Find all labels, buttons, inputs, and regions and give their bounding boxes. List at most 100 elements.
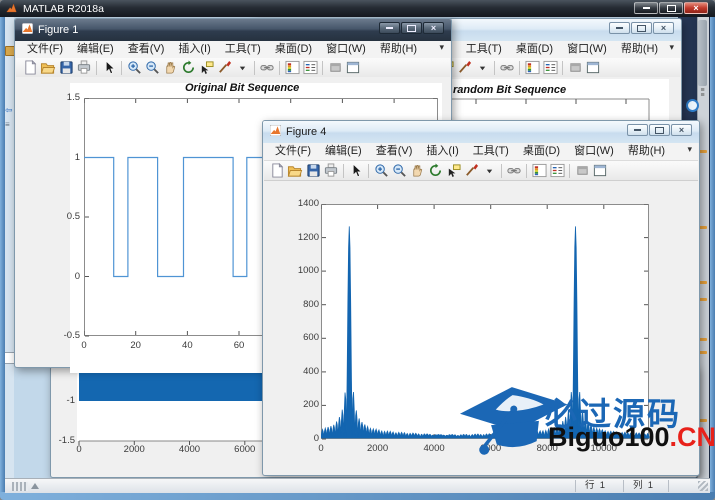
rotate-icon[interactable]: [426, 163, 444, 179]
minifig-icon[interactable]: [566, 60, 584, 76]
close-button[interactable]: ×: [653, 22, 674, 34]
menu-item[interactable]: 插入(I): [171, 41, 217, 58]
menu-item[interactable]: 窗口(W): [560, 41, 614, 58]
statusbar-col-indicator: 列 1: [633, 480, 653, 492]
zoom-in-icon[interactable]: [372, 163, 390, 179]
menu-item[interactable]: 帮助(H): [373, 41, 424, 58]
maximize-button[interactable]: [401, 22, 422, 34]
legend-icon[interactable]: [301, 60, 319, 76]
menu-item[interactable]: 查看(V): [121, 41, 172, 58]
list-icon[interactable]: ≡: [5, 120, 14, 129]
figure4-toolbar: [264, 161, 698, 181]
figure1-titlebar[interactable]: Figure 1 ×: [15, 19, 451, 41]
colorbar-icon[interactable]: [523, 60, 541, 76]
close-button[interactable]: ×: [671, 124, 692, 136]
save-icon[interactable]: [57, 60, 75, 76]
scrollbar-thumb[interactable]: [698, 20, 707, 86]
zoom-out-icon[interactable]: [143, 60, 161, 76]
minimize-button[interactable]: [627, 124, 648, 136]
hand-icon[interactable]: [408, 163, 426, 179]
zoom-out-icon[interactable]: [390, 163, 408, 179]
maximize-button[interactable]: [659, 2, 683, 14]
matlab-logo-icon: [6, 3, 17, 14]
menu-item[interactable]: 工具(T): [459, 41, 509, 58]
new-icon[interactable]: [21, 60, 39, 76]
open-icon[interactable]: [286, 163, 304, 179]
dock-icon[interactable]: [344, 60, 362, 76]
menu-overflow-icon[interactable]: ▾: [669, 42, 674, 53]
arrow-icon[interactable]: [347, 163, 365, 179]
dock-icon[interactable]: [584, 60, 602, 76]
minifig-icon[interactable]: [326, 60, 344, 76]
menu-item[interactable]: 帮助(H): [621, 143, 672, 160]
menu-item[interactable]: 编辑(E): [70, 41, 121, 58]
colorbar-icon[interactable]: [530, 163, 548, 179]
brush-icon[interactable]: [455, 60, 473, 76]
link-icon[interactable]: [505, 163, 523, 179]
code-analyzer-mark[interactable]: [699, 338, 707, 341]
code-analyzer-mark[interactable]: [699, 150, 707, 153]
menu-item[interactable]: 文件(F): [268, 143, 318, 160]
close-button[interactable]: ×: [423, 22, 444, 34]
caret-icon[interactable]: [473, 60, 491, 76]
brush-icon[interactable]: [462, 163, 480, 179]
indicator-circle-icon[interactable]: [686, 99, 699, 112]
minimize-button[interactable]: [379, 22, 400, 34]
print-icon[interactable]: [322, 163, 340, 179]
menu-item[interactable]: 工具(T): [466, 143, 516, 160]
restore-button[interactable]: [649, 124, 670, 136]
menu-overflow-icon[interactable]: ▾: [687, 144, 692, 155]
print-icon[interactable]: [75, 60, 93, 76]
menu-item[interactable]: 窗口(W): [567, 143, 621, 160]
menu-item[interactable]: 插入(I): [419, 143, 465, 160]
figure4-window[interactable]: Figure 4 × 文件(F)编辑(E)查看(V)插入(I)工具(T)桌面(D…: [262, 120, 700, 476]
code-analyzer-mark[interactable]: [699, 226, 707, 229]
datatip-icon[interactable]: [197, 60, 215, 76]
save-icon[interactable]: [304, 163, 322, 179]
menu-item[interactable]: 帮助(H): [614, 41, 665, 58]
code-analyzer-mark[interactable]: [699, 419, 707, 422]
window-frame-right: [710, 17, 715, 500]
legend-icon[interactable]: [548, 163, 566, 179]
menu-item[interactable]: 桌面(D): [509, 41, 560, 58]
code-analyzer-mark[interactable]: [699, 281, 707, 284]
minimize-button[interactable]: [609, 22, 630, 34]
hand-icon[interactable]: [161, 60, 179, 76]
open-icon[interactable]: [39, 60, 57, 76]
link-icon[interactable]: [498, 60, 516, 76]
close-button[interactable]: ×: [684, 2, 708, 14]
caret-icon[interactable]: [233, 60, 251, 76]
figure4-titlebar[interactable]: Figure 4 ×: [263, 121, 699, 143]
figure4-ytick-label: 1000: [287, 265, 319, 276]
menu-item[interactable]: 工具(T): [218, 41, 268, 58]
rotate-icon[interactable]: [179, 60, 197, 76]
code-analyzer-mark[interactable]: [699, 351, 707, 354]
minimize-button[interactable]: [634, 2, 658, 14]
matlab-titlebar[interactable]: MATLAB R2018a ×: [0, 0, 715, 17]
statusbar-expand-icon[interactable]: [31, 483, 39, 489]
caret-icon[interactable]: [480, 163, 498, 179]
code-analyzer-mark[interactable]: [699, 298, 707, 301]
menu-item[interactable]: 查看(V): [369, 143, 420, 160]
arrow-icon[interactable]: [100, 60, 118, 76]
resize-grip[interactable]: [698, 481, 708, 491]
datatip-icon[interactable]: [444, 163, 462, 179]
maximize-button[interactable]: [631, 22, 652, 34]
colorbar-icon[interactable]: [283, 60, 301, 76]
brush-icon[interactable]: [215, 60, 233, 76]
menu-item[interactable]: 窗口(W): [319, 41, 373, 58]
back-arrow-icon[interactable]: ⇦: [5, 106, 14, 115]
menu-item[interactable]: 桌面(D): [268, 41, 319, 58]
statusbar-grip[interactable]: [12, 482, 28, 491]
legend-icon[interactable]: [541, 60, 559, 76]
link-icon[interactable]: [258, 60, 276, 76]
toolbar-separator: [569, 164, 570, 178]
menu-item[interactable]: 桌面(D): [516, 143, 567, 160]
dock-icon[interactable]: [591, 163, 609, 179]
new-icon[interactable]: [268, 163, 286, 179]
menu-overflow-icon[interactable]: ▾: [439, 42, 444, 53]
minifig-icon[interactable]: [573, 163, 591, 179]
zoom-in-icon[interactable]: [125, 60, 143, 76]
menu-item[interactable]: 文件(F): [20, 41, 70, 58]
menu-item[interactable]: 编辑(E): [318, 143, 369, 160]
